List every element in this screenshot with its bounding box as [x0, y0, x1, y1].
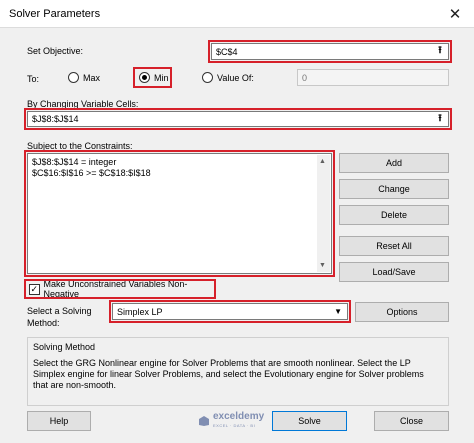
- scroll-up-icon[interactable]: ▲: [319, 156, 326, 167]
- watermark-name: exceldemy: [213, 411, 265, 422]
- value-of-value: 0: [302, 72, 308, 83]
- objective-field[interactable]: $C$4: [208, 40, 452, 63]
- reset-all-button[interactable]: Reset All: [339, 236, 449, 256]
- objective-collapse-button[interactable]: ⭱: [432, 44, 448, 58]
- variables-value: $J$8:$J$14: [32, 114, 79, 124]
- method-label-line1: Select a Solving: [27, 306, 92, 316]
- method-value: Simplex LP: [117, 306, 163, 317]
- radio-value-of-label: Value Of:: [217, 72, 254, 83]
- scroll-down-icon[interactable]: ▼: [319, 260, 326, 271]
- arrow-up-icon: ⭱: [438, 44, 442, 56]
- nonneg-checkbox[interactable]: ✓ Make Unconstrained Variables Non-Negat…: [24, 279, 216, 299]
- chevron-down-icon: ▼: [334, 307, 342, 316]
- radio-value-of[interactable]: Value Of:: [202, 72, 254, 83]
- radio-max[interactable]: Max: [68, 72, 100, 83]
- constraints-list[interactable]: $J$8:$J$14 = integer $C$16:$I$16 >= $C$1…: [24, 150, 335, 277]
- value-of-field[interactable]: 0: [297, 69, 449, 86]
- method-label: Select a Solving Method:: [27, 305, 92, 329]
- help-button[interactable]: Help: [27, 411, 91, 431]
- constraint-item[interactable]: $C$16:$I$16 >= $C$18:$I$18: [32, 168, 327, 179]
- constraints-label: Subject to the Constraints:: [27, 141, 133, 151]
- solve-button[interactable]: Solve: [272, 411, 347, 431]
- nonneg-label: Make Unconstrained Variables Non-Negativ…: [43, 279, 188, 299]
- delete-button[interactable]: Delete: [339, 205, 449, 225]
- watermark-tagline: EXCEL · DATA · BI: [213, 423, 256, 428]
- close-button[interactable]: Close: [374, 411, 449, 431]
- objective-label: Set Objective:: [27, 46, 84, 56]
- to-label: To:: [27, 74, 40, 84]
- solving-method-title: Solving Method: [33, 342, 96, 352]
- solving-method-text: Select the GRG Nonlinear engine for Solv…: [33, 358, 424, 390]
- objective-value: $C$4: [216, 46, 238, 57]
- method-select[interactable]: Simplex LP ▼: [109, 300, 351, 323]
- options-button[interactable]: Options: [355, 302, 449, 322]
- method-label-line2: Method:: [27, 318, 60, 328]
- radio-min-circle: [139, 72, 150, 83]
- variables-field[interactable]: $J$8:$J$14: [24, 108, 452, 130]
- radio-max-circle: [68, 72, 79, 83]
- watermark: exceldemy EXCEL · DATA · BI: [198, 412, 264, 430]
- check-icon: ✓: [29, 283, 40, 295]
- radio-max-label: Max: [83, 72, 101, 83]
- constraints-scrollbar[interactable]: ▲ ▼: [317, 155, 330, 272]
- variables-collapse-button[interactable]: ⭱: [432, 112, 448, 126]
- load-save-button[interactable]: Load/Save: [339, 262, 449, 282]
- variables-label: By Changing Variable Cells:: [27, 99, 139, 109]
- close-window-button[interactable]: ✕: [436, 0, 474, 28]
- radio-value-of-circle: [202, 72, 213, 83]
- radio-min-label: Min: [154, 72, 169, 83]
- change-button[interactable]: Change: [339, 179, 449, 199]
- window-title: Solver Parameters: [9, 8, 101, 20]
- arrow-up-icon: ⭱: [438, 112, 442, 124]
- radio-min[interactable]: Min: [133, 67, 172, 88]
- constraint-item[interactable]: $J$8:$J$14 = integer: [32, 157, 327, 168]
- add-button[interactable]: Add: [339, 153, 449, 173]
- exceldemy-logo-icon: [199, 416, 209, 426]
- close-icon: ✕: [448, 6, 462, 23]
